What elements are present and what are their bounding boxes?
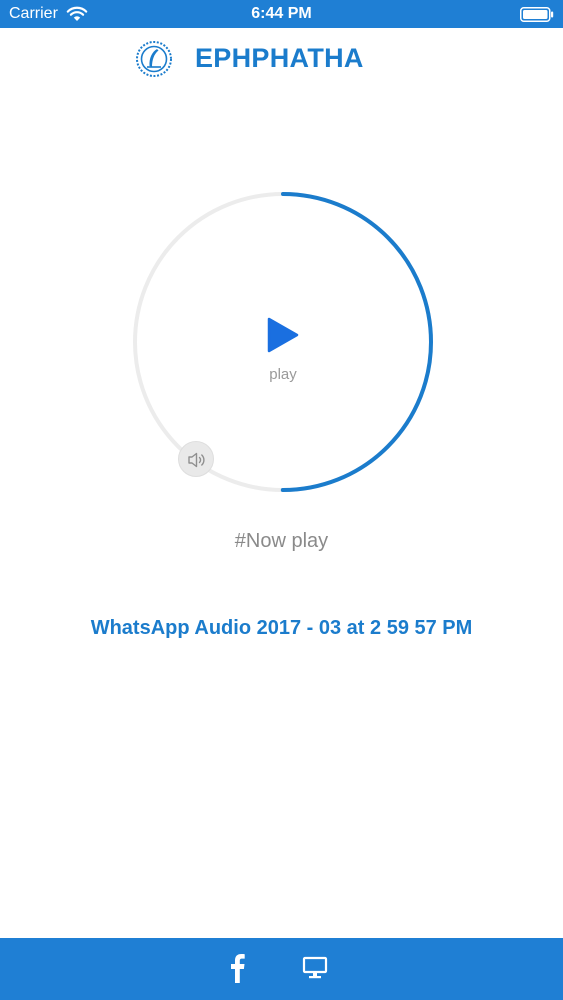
play-icon — [267, 317, 299, 353]
status-time: 6:44 PM — [251, 5, 312, 22]
play-label: play — [269, 366, 297, 383]
monitor-icon[interactable] — [302, 956, 328, 980]
status-bar: Carrier 6:44 PM — [0, 0, 563, 28]
logo-icon — [136, 41, 172, 77]
now-play-label: #Now play — [234, 530, 329, 552]
facebook-icon[interactable] — [226, 952, 250, 984]
volume-icon — [188, 452, 205, 468]
battery-icon — [520, 7, 554, 22]
bottom-bar — [0, 938, 563, 1000]
app-title: EPHPHATHA — [195, 43, 364, 73]
volume-knob[interactable] — [178, 441, 214, 477]
audio-player: play — [132, 191, 434, 493]
app-header: EPHPHATHA — [0, 28, 563, 88]
track-title: WhatsApp Audio 2017 - 03 at 2 59 57 PM — [90, 617, 473, 639]
play-button[interactable] — [266, 317, 300, 353]
